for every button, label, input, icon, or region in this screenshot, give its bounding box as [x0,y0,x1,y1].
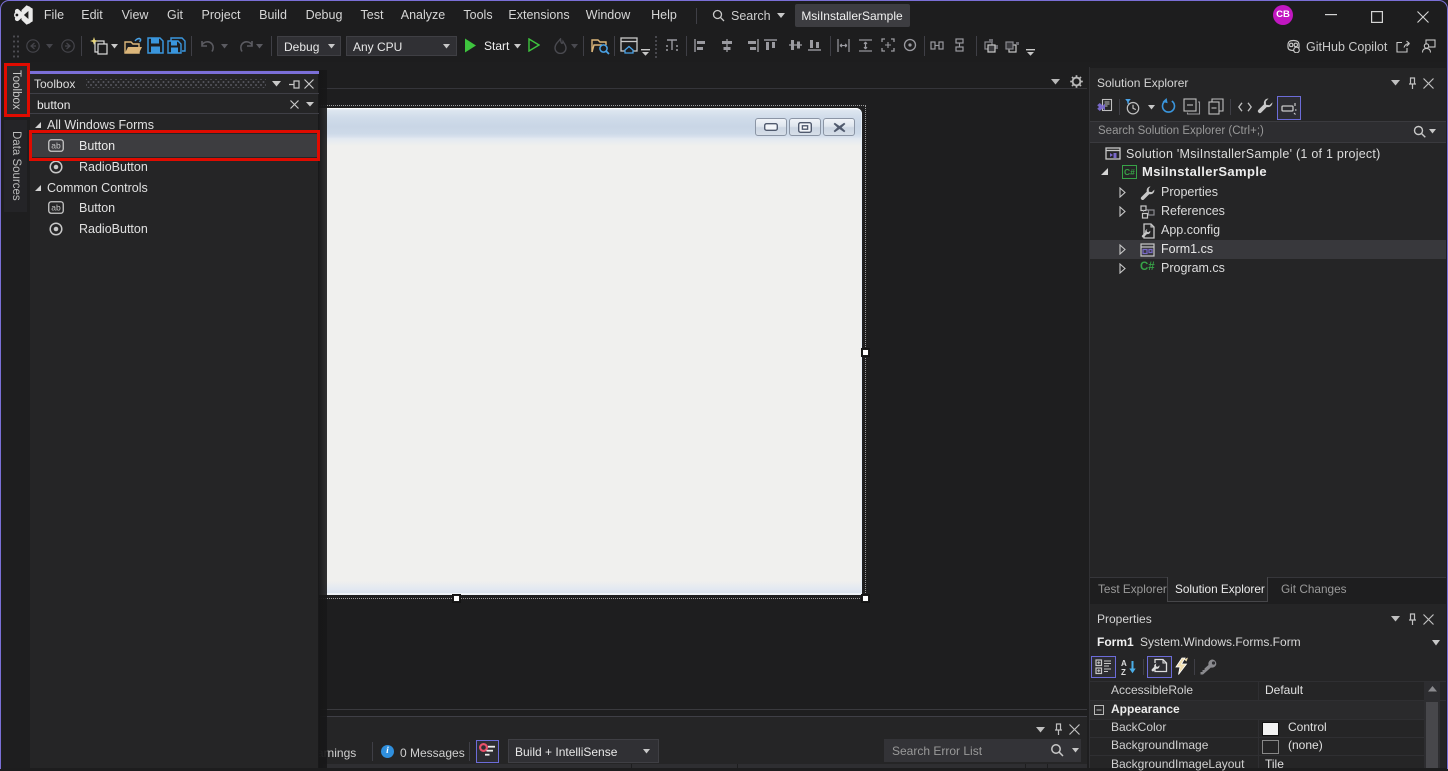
svg-text:ab: ab [51,203,61,213]
svg-text:Z: Z [1121,668,1126,676]
svg-text:A: A [1121,659,1127,668]
